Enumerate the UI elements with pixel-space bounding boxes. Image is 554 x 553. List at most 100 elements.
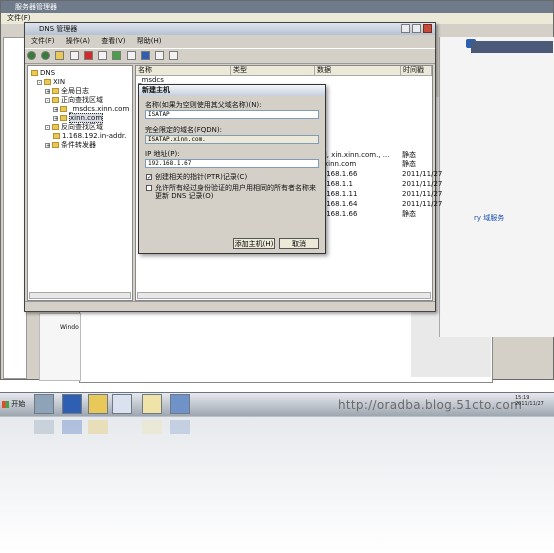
cancel-button[interactable]: 取消: [279, 238, 319, 249]
new-host-dialog: 新建主机 名称(如果为空则使用其父域名称)(N): ISATAP 完全限定的域名…: [138, 84, 326, 254]
list-horizontal-scrollbar[interactable]: [137, 292, 431, 299]
delete-icon[interactable]: [83, 51, 93, 60]
dns-tree-pane[interactable]: DNS - XIN + 全局日志 - 正向查找区域 + _msdcs.xinn.com …: [27, 65, 133, 301]
record-data: .168.1.66: [324, 170, 358, 178]
record-time: 2011/11/27: [402, 200, 443, 208]
server-manager-actions-pane: ry 域服务: [439, 37, 554, 337]
expand-icon[interactable]: +: [45, 88, 50, 94]
tree-item-conditional-forwarders[interactable]: + 条件转发器: [45, 141, 96, 150]
dns-menubar: 文件(F) 操作(A) 查看(V) 帮助(H): [25, 36, 435, 47]
tree-item-xinn-com[interactable]: + xinn.com: [53, 113, 104, 123]
record-data: xinn.com: [324, 160, 357, 168]
help-icon[interactable]: [140, 51, 150, 60]
ip-address-input[interactable]: 192.168.1.67: [145, 159, 319, 168]
server-icon: [44, 79, 51, 85]
ptr-label: 创建相关的指针(PTR)记录(C): [155, 173, 248, 181]
maximize-icon[interactable]: [412, 24, 421, 33]
watermark: http://oradba.blog.51cto.com: [338, 398, 523, 412]
windows-logo-icon: [2, 400, 9, 408]
folder-icon: [52, 124, 59, 130]
folder-icon: [52, 142, 59, 148]
allow-update-label: 允许所有经过身份验证的用户用相同的所有者名称来更新 DNS 记录(O): [155, 184, 316, 200]
expand-icon[interactable]: +: [53, 106, 58, 112]
record-time: 2011/11/27: [402, 180, 443, 188]
ptr-checkbox[interactable]: ✓: [146, 174, 152, 181]
record-data: .168.1.64: [324, 200, 358, 208]
record-data: .168.1.11: [324, 190, 358, 198]
menu-view[interactable]: 查看(V): [101, 37, 125, 45]
list-header: 名称 类型 数据 时间戳: [136, 66, 432, 76]
collapse-icon[interactable]: -: [37, 79, 42, 85]
server-manager-titlebar[interactable]: 服务器管理器: [1, 1, 553, 13]
filter-icon[interactable]: [169, 51, 179, 60]
tree-item-global-logs[interactable]: + 全局日志: [45, 87, 89, 96]
column-type[interactable]: 类型: [231, 66, 315, 75]
role-link[interactable]: ry 域服务: [474, 213, 504, 223]
partial-text: Windo: [60, 324, 79, 331]
tree-item-dns[interactable]: DNS: [31, 69, 55, 78]
back-icon[interactable]: [27, 51, 36, 60]
host-name-input[interactable]: ISATAP: [145, 110, 319, 119]
add-host-button[interactable]: 添加主机(H): [233, 238, 275, 249]
dialog-title: 新建主机: [142, 86, 170, 94]
export-icon[interactable]: [126, 51, 136, 60]
record-data: .168.1.66: [324, 210, 358, 218]
collapse-icon[interactable]: -: [45, 124, 50, 130]
powershell-taskbar-icon[interactable]: [62, 394, 82, 414]
forward-icon[interactable]: [41, 51, 51, 60]
explorer-taskbar-icon[interactable]: [88, 394, 108, 414]
expand-icon[interactable]: +: [53, 115, 58, 121]
menu-file[interactable]: 文件(F): [31, 37, 55, 45]
dialog-titlebar[interactable]: 新建主机: [139, 85, 325, 96]
record-time: 静态: [402, 151, 416, 159]
tree-item-forward-zones[interactable]: - 正向查找区域: [45, 96, 103, 105]
reflection-icon: [62, 420, 82, 434]
clock-date: 2011/11/27: [515, 401, 544, 407]
server-manager-taskbar-icon[interactable]: [34, 394, 54, 414]
refresh-icon[interactable]: [112, 51, 122, 60]
reflection: [0, 416, 554, 553]
close-icon[interactable]: [423, 24, 432, 33]
reflection-icon: [88, 420, 108, 434]
folder-icon: [52, 88, 59, 94]
show-tree-icon[interactable]: [69, 51, 79, 60]
menu-action[interactable]: 操作(A): [66, 37, 90, 45]
record-time: 静态: [402, 160, 416, 168]
zone-icon: [53, 133, 60, 139]
remote-desktop-taskbar-icon[interactable]: [170, 394, 190, 414]
name-label: 名称(如果为空则使用其父域名称)(N):: [145, 101, 262, 109]
new-record-icon[interactable]: [155, 51, 165, 60]
tree-horizontal-scrollbar[interactable]: [29, 292, 131, 299]
up-folder-icon[interactable]: [55, 51, 65, 60]
zone-icon: [60, 115, 67, 121]
record-data: ], xin.xinn.com., ...: [324, 151, 390, 159]
folder-icon: [52, 97, 59, 103]
header-band: [471, 41, 553, 53]
reflection-icon: [34, 420, 54, 434]
allow-update-checkbox[interactable]: [146, 185, 152, 191]
dns-taskbar-icon[interactable]: [142, 394, 162, 414]
expand-icon[interactable]: +: [45, 142, 50, 148]
collapse-icon[interactable]: -: [45, 97, 50, 103]
tree-item-server[interactable]: - XIN: [37, 78, 65, 87]
dns-manager-titlebar[interactable]: DNS 管理器: [25, 23, 435, 35]
properties-icon[interactable]: [98, 51, 108, 60]
column-timestamp[interactable]: 时间戳: [401, 66, 432, 75]
start-button[interactable]: 开始: [0, 395, 30, 413]
taskbar-clock[interactable]: 15:19 2011/11/27: [515, 395, 544, 407]
dns-window-title: DNS 管理器: [39, 25, 78, 33]
reflection-icon: [142, 420, 162, 434]
minimize-icon[interactable]: [401, 24, 410, 33]
reflection-icon: [170, 420, 190, 434]
tree-item-reverse-zones[interactable]: - 反向查找区域: [45, 123, 103, 132]
column-data[interactable]: 数据: [315, 66, 401, 75]
record-time: 2011/11/27: [402, 190, 443, 198]
network-taskbar-icon[interactable]: [112, 394, 132, 414]
fqdn-field: ISATAP.xinn.com.: [145, 135, 319, 144]
tree-item-reverse-zone[interactable]: 1.168.192.in-addr.: [53, 132, 126, 141]
record-time: 静态: [402, 210, 416, 218]
server-icon: [31, 70, 38, 76]
column-name[interactable]: 名称: [136, 66, 231, 75]
menu-help[interactable]: 帮助(H): [137, 37, 162, 45]
menu-file[interactable]: 文件(F): [7, 14, 31, 22]
